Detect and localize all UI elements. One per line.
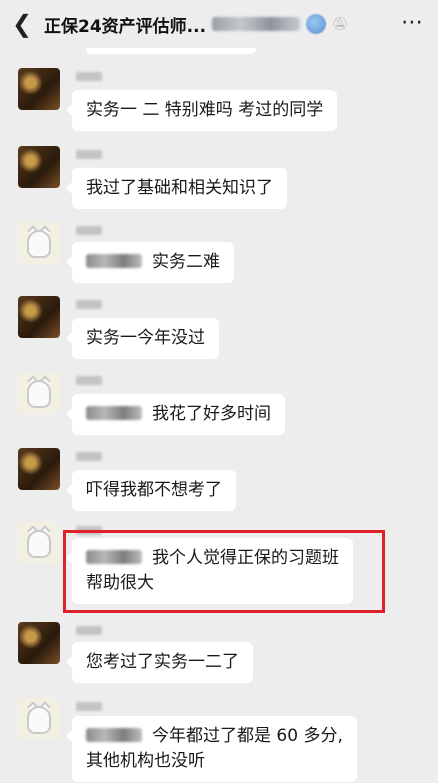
sender-name-blurred <box>76 300 102 309</box>
message-text-line2: 其他机构也没听 <box>86 751 205 771</box>
message-bubble[interactable]: 我花了好多时间 <box>66 394 285 435</box>
sender-name-blurred <box>76 452 102 461</box>
message-bubble[interactable]: 您考过了实务一二了 <box>66 642 253 683</box>
mention-blurred <box>86 254 142 268</box>
sender-name-blurred <box>76 150 102 159</box>
message-bubble[interactable]: 吓得我都不想考了 <box>66 470 236 511</box>
sender-name-blurred <box>76 226 102 235</box>
message-text: 我花了好多时间 <box>152 404 271 424</box>
message-bubble[interactable]: 实务一今年没过 <box>66 318 219 359</box>
group-badge-icon <box>306 14 327 34</box>
sender-name-blurred <box>76 72 102 81</box>
mention-blurred <box>86 728 142 742</box>
message-text-line1: 今年都过了都是 60 多分, <box>152 726 343 746</box>
message-bubble[interactable]: 实务二难 <box>66 242 234 283</box>
avatar[interactable] <box>18 296 60 338</box>
chevron-left-icon[interactable]: ❮ <box>0 0 44 48</box>
message-text: 我过了基础和相关知识了 <box>86 178 273 198</box>
message-text: 您考过了实务一二了 <box>86 652 239 672</box>
more-dots-icon[interactable]: ⋯ <box>401 10 424 35</box>
message-bubble[interactable]: 今年都过了都是 60 多分, 其他机构也没听 <box>66 716 357 782</box>
message-text: 实务二难 <box>152 252 220 272</box>
avatar[interactable] <box>18 698 60 740</box>
mute-icon: 🔕︎ <box>332 16 349 32</box>
avatar[interactable] <box>18 222 60 264</box>
chat-title[interactable]: 正保24资产评估师... <box>44 12 206 37</box>
avatar[interactable] <box>18 68 60 110</box>
blurred-group-name <box>212 17 301 31</box>
avatar[interactable] <box>18 372 60 414</box>
sender-name-blurred <box>76 626 102 635</box>
avatar[interactable] <box>18 522 60 564</box>
avatar[interactable] <box>18 146 60 188</box>
sender-name-blurred <box>76 376 102 385</box>
mention-blurred <box>86 406 142 420</box>
sender-name-blurred <box>76 702 102 711</box>
avatar[interactable] <box>18 448 60 490</box>
message-text: 实务一 二 特别难吗 考过的同学 <box>86 100 324 120</box>
highlight-box <box>63 530 385 613</box>
avatar[interactable] <box>18 622 60 664</box>
message-bubble[interactable]: 我过了基础和相关知识了 <box>66 168 287 209</box>
message-text: 吓得我都不想考了 <box>86 480 222 500</box>
message-text: 实务一今年没过 <box>86 328 205 348</box>
chat-header: ❮ 正保24资产评估师... 🔕︎ ⋯ <box>0 0 438 48</box>
message-bubble[interactable]: 实务一 二 特别难吗 考过的同学 <box>65 90 338 131</box>
